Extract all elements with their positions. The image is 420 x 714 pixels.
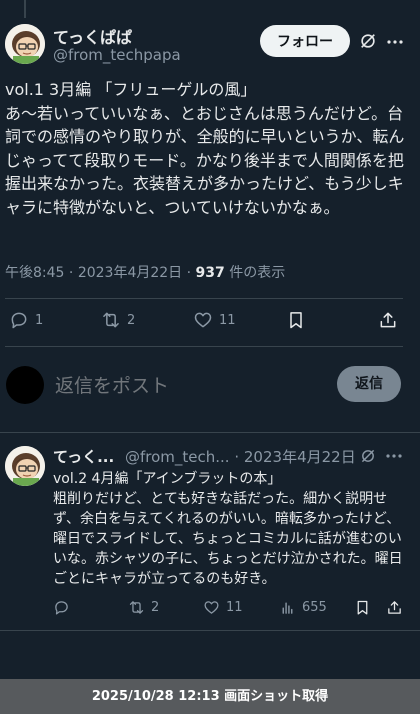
user-avatar xyxy=(6,366,44,404)
avatar-illustration-icon xyxy=(5,446,45,486)
divider xyxy=(0,630,420,631)
author-handle[interactable]: @from_tech... xyxy=(125,448,230,466)
grok-icon[interactable] xyxy=(359,32,377,50)
reply-icon xyxy=(55,601,68,615)
repost-count: 2 xyxy=(151,600,160,615)
like-count: 11 xyxy=(226,600,243,615)
reply-tweet[interactable]: てっく... @from_tech... · 2023年4月22日 vol.2 … xyxy=(0,440,420,635)
like-button[interactable]: 11 xyxy=(193,310,236,330)
bookmark-button[interactable] xyxy=(286,310,306,330)
meta-separator: · xyxy=(186,265,196,281)
reply-input[interactable]: 返信をポスト xyxy=(55,371,169,398)
tweet-date[interactable]: 2023年4月22日 xyxy=(78,265,182,281)
bookmark-icon xyxy=(357,600,368,615)
reply-tweet-header: てっく... @from_tech... · 2023年4月22日 xyxy=(53,446,356,467)
tweet-text: vol.1 3月編 「フリューゲルの風」 あ〜若いっていいなぁ、とおじさんは思う… xyxy=(5,80,405,217)
tweet-actions: 1 2 11 xyxy=(0,310,420,340)
like-count: 11 xyxy=(219,312,236,328)
share-icon xyxy=(380,312,396,328)
bookmark-icon xyxy=(290,312,302,329)
heart-icon xyxy=(194,312,212,328)
views-count: 937 xyxy=(195,265,225,281)
tweet-meta: 午後8:45 · 2023年4月22日 · 937 件の表示 xyxy=(5,262,285,282)
avatar[interactable] xyxy=(5,446,45,486)
reply-button[interactable]: 1 xyxy=(9,310,43,330)
heart-icon xyxy=(204,601,219,614)
tweet-time[interactable]: 午後8:45 xyxy=(5,265,64,281)
repost-icon xyxy=(103,312,119,328)
reply-button[interactable] xyxy=(53,599,70,616)
views-button[interactable]: 655 xyxy=(279,599,327,616)
thread-connector-line xyxy=(24,0,26,18)
avatar[interactable] xyxy=(5,24,45,64)
tweet-date[interactable]: 2023年4月22日 xyxy=(244,448,356,466)
reply-composer: 返信をポスト 返信 xyxy=(0,358,420,418)
views-count: 655 xyxy=(302,600,327,615)
meta-separator: · xyxy=(68,265,78,281)
repost-button[interactable]: 2 xyxy=(128,599,159,616)
share-icon xyxy=(388,601,401,614)
divider xyxy=(0,432,420,433)
divider xyxy=(5,346,403,347)
analytics-icon xyxy=(282,602,293,614)
more-options-icon[interactable] xyxy=(384,446,404,466)
author-handle[interactable]: @from_techpapa xyxy=(53,46,181,64)
like-button[interactable]: 11 xyxy=(203,599,243,616)
bookmark-button[interactable] xyxy=(354,599,371,616)
author-name[interactable]: てっく... xyxy=(53,448,114,466)
repost-button[interactable]: 2 xyxy=(101,310,135,330)
repost-icon xyxy=(129,601,144,614)
reply-count: 1 xyxy=(35,312,44,328)
follow-button[interactable]: フォロー xyxy=(260,25,350,57)
meta-separator: · xyxy=(234,448,244,466)
repost-count: 2 xyxy=(127,312,136,328)
author-name[interactable]: てっくぱぱ xyxy=(53,24,132,48)
more-options-icon[interactable] xyxy=(385,32,405,52)
views-label: 件の表示 xyxy=(229,265,286,281)
reply-icon xyxy=(11,312,27,329)
divider xyxy=(5,298,403,299)
tweet-actions: 2 11 655 xyxy=(0,599,420,629)
share-button[interactable] xyxy=(386,599,403,616)
tweet-text: vol.2 4月編「アインブラットの本」 粗削りだけど、とても好きな話だった。細… xyxy=(53,471,403,587)
screenshot-caption: 2025/10/28 12:13 画面ショット取得 xyxy=(0,679,420,714)
reply-submit-button[interactable]: 返信 xyxy=(337,366,401,402)
grok-icon[interactable] xyxy=(360,448,376,464)
avatar-illustration-icon xyxy=(5,24,45,64)
tweet-header: てっくぱぱ @from_techpapa フォロー xyxy=(0,22,420,70)
share-button[interactable] xyxy=(378,310,398,330)
